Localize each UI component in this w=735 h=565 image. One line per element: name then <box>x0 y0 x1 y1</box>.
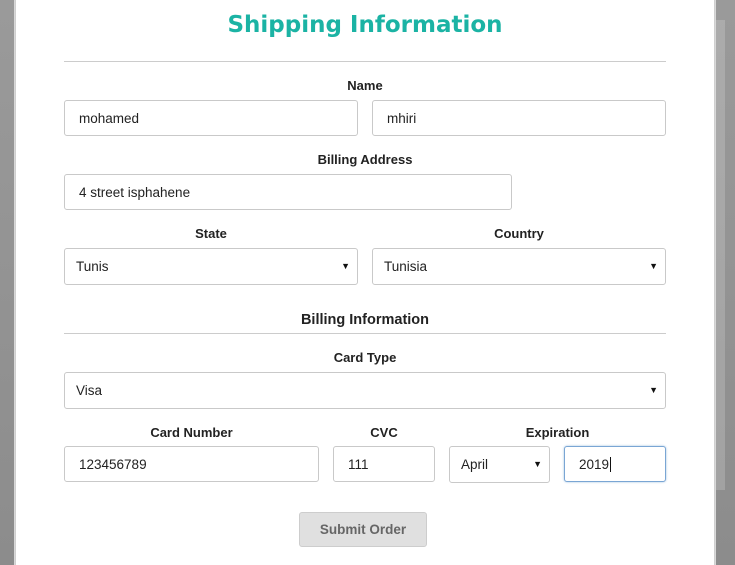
title-divider <box>64 61 666 62</box>
expiration-month-select[interactable]: April ▼ <box>449 446 550 483</box>
country-select[interactable]: Tunisia ▼ <box>372 248 666 285</box>
text-cursor <box>610 456 612 472</box>
country-value: Tunisia <box>384 259 428 274</box>
first-name-value: mohamed <box>79 110 140 126</box>
card-number-label: Card Number <box>150 425 233 440</box>
card-number-input[interactable]: 123456789 <box>64 446 319 482</box>
expiration-month-value: April <box>461 457 489 472</box>
card-type-value: Visa <box>76 383 103 398</box>
last-name-value: mhiri <box>387 110 417 126</box>
card-number-value: 123456789 <box>79 456 147 472</box>
billing-divider <box>64 333 666 334</box>
caret-down-icon: ▼ <box>649 385 658 395</box>
billing-address-value: 4 street isphahene <box>79 184 191 200</box>
caret-down-icon: ▼ <box>341 261 350 271</box>
billing-address-input[interactable]: 4 street isphahene <box>64 174 512 210</box>
modal-title: Shipping Information <box>227 12 503 38</box>
expiration-year-input[interactable]: 2019 <box>564 446 666 482</box>
last-name-input[interactable]: mhiri <box>372 100 666 136</box>
caret-down-icon: ▼ <box>533 459 542 469</box>
billing-info-heading: Billing Information <box>300 312 430 328</box>
cvc-label: CVC <box>370 425 398 440</box>
state-select[interactable]: Tunis ▼ <box>64 248 358 285</box>
country-label: Country <box>494 226 544 241</box>
shipping-modal: Shipping Information Name mohamed mhiri … <box>15 0 715 565</box>
name-label: Name <box>347 78 383 93</box>
cvc-value: 111 <box>348 456 369 472</box>
billing-address-label: Billing Address <box>317 152 413 167</box>
state-label: State <box>195 226 227 241</box>
expiration-label: Expiration <box>525 425 590 440</box>
caret-down-icon: ▼ <box>649 261 658 271</box>
expiration-year-value: 2019 <box>579 456 610 472</box>
state-value: Tunis <box>76 259 109 274</box>
first-name-input[interactable]: mohamed <box>64 100 358 136</box>
submit-order-button[interactable]: Submit Order <box>299 512 427 547</box>
cvc-input[interactable]: 111 <box>333 446 435 482</box>
card-type-label: Card Type <box>333 350 397 365</box>
card-type-select[interactable]: Visa ▼ <box>64 372 666 409</box>
